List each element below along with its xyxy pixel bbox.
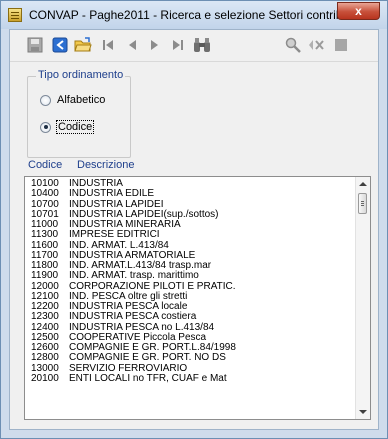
zoom-icon[interactable]: [284, 36, 302, 54]
list-item[interactable]: 12800 COMPAGNIE E GR. PORT. NO DS: [25, 352, 355, 364]
vertical-scrollbar[interactable]: [355, 177, 370, 419]
radio-alfabetico[interactable]: Alfabetico: [40, 93, 105, 107]
dialog-client: Tipo ordinamento Alfabetico Codice Codic…: [9, 29, 379, 430]
save-icon[interactable]: [26, 36, 44, 54]
binoculars-icon[interactable]: [193, 36, 211, 54]
sort-type-group: Tipo ordinamento Alfabetico Codice: [27, 69, 131, 158]
app-window: CONVAP - Paghe2011 - Ricerca e selezione…: [0, 0, 388, 439]
previous-record-icon[interactable]: [123, 36, 141, 54]
open-folder-icon[interactable]: [74, 36, 92, 54]
sort-type-legend: Tipo ordinamento: [36, 69, 126, 81]
window-title: CONVAP - Paghe2011 - Ricerca e selezione…: [29, 8, 364, 22]
list-item-code: 10400: [31, 188, 59, 200]
list-item[interactable]: 11300 IMPRESE EDITRICI: [25, 229, 355, 241]
list-item-code: 11900: [31, 270, 59, 282]
list-item[interactable]: 10400 INDUSTRIA EDILE: [25, 188, 355, 200]
scroll-thumb[interactable]: [358, 193, 367, 214]
column-header-description[interactable]: Descrizione: [77, 159, 134, 171]
exit-icon[interactable]: [51, 36, 69, 54]
title-bar[interactable]: CONVAP - Paghe2011 - Ricerca e selezione…: [1, 1, 387, 29]
list-item-description: ENTI LOCALI no TFR, CUAF e Mat: [69, 372, 227, 384]
scroll-down-icon[interactable]: [359, 410, 367, 414]
first-record-icon[interactable]: [99, 36, 117, 54]
delete-icon[interactable]: [308, 36, 326, 54]
scroll-up-icon[interactable]: [359, 182, 367, 186]
list-item-code: 20100: [31, 372, 59, 384]
stop-icon[interactable]: [332, 36, 350, 54]
radio-alfabetico-button[interactable]: [40, 94, 51, 106]
sectors-list[interactable]: 10100 INDUSTRIA 10400 INDUSTRIA EDILE 10700 I…: [24, 176, 371, 420]
list-item-code: 11300: [31, 229, 59, 241]
list-item[interactable]: 20100 ENTI LOCALI no TFR, CUAF e Mat: [25, 372, 355, 384]
app-icon: [8, 8, 22, 22]
toolbar: [10, 30, 378, 62]
list-item-description: IND. ARMAT. trasp. marittimo: [69, 270, 199, 282]
radio-codice[interactable]: Codice: [40, 120, 95, 134]
last-record-icon[interactable]: [169, 36, 187, 54]
next-record-icon[interactable]: [146, 36, 164, 54]
list-item-description: INDUSTRIA EDILE: [69, 188, 155, 200]
list-item[interactable]: 12300 INDUSTRIA PESCA costiera: [25, 311, 355, 323]
column-header-code[interactable]: Codice: [28, 159, 62, 171]
list-item-code: 12300: [31, 311, 59, 323]
list-item[interactable]: 11900 IND. ARMAT. trasp. marittimo: [25, 270, 355, 282]
radio-codice-label[interactable]: Codice: [55, 120, 95, 134]
radio-alfabetico-label[interactable]: Alfabetico: [57, 94, 105, 106]
list-item-description: IMPRESE EDITRICI: [69, 229, 160, 241]
list-rows: 10100 INDUSTRIA 10400 INDUSTRIA EDILE 10700 I…: [25, 178, 355, 384]
list-item-description: INDUSTRIA PESCA costiera: [69, 311, 197, 323]
list-item-code: 12800: [31, 352, 59, 364]
radio-codice-button[interactable]: [40, 121, 51, 133]
list-item-description: COMPAGNIE E GR. PORT. NO DS: [69, 352, 226, 364]
close-button[interactable]: x: [337, 2, 380, 20]
